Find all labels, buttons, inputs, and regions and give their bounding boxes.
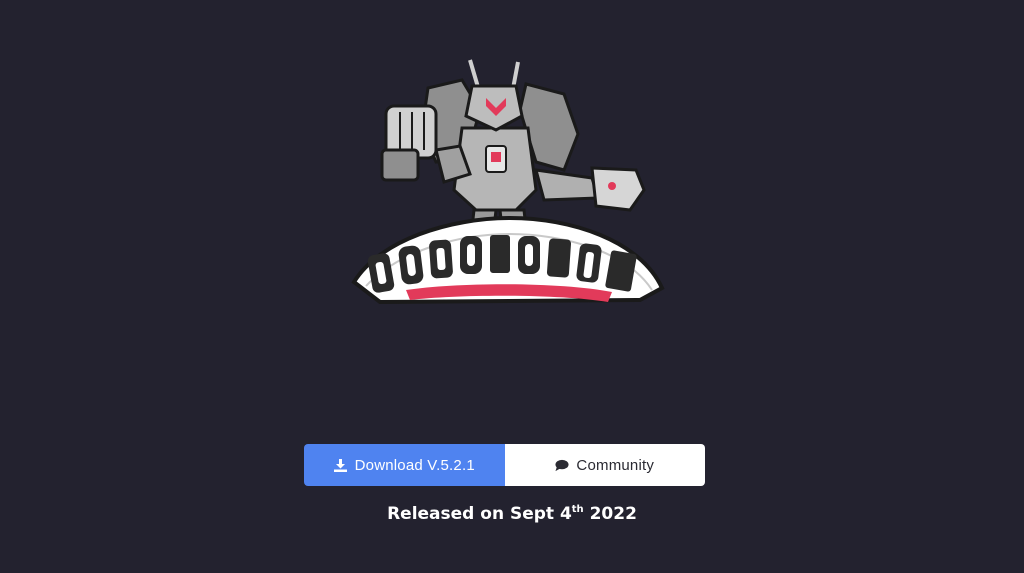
release-date-text: Released on Sept 4: [387, 504, 572, 524]
speech-bubble-icon: [555, 458, 569, 472]
release-year: 2022: [583, 504, 637, 524]
codoforum-logo: [340, 50, 680, 320]
community-button-label: Community: [576, 456, 655, 474]
download-button[interactable]: Download V.5.2.1: [304, 444, 505, 486]
action-button-group: Download V.5.2.1 Community: [304, 444, 705, 486]
landing-page: Download V.5.2.1 Community Released on S…: [0, 0, 1024, 573]
download-button-label: Download V.5.2.1: [354, 456, 475, 474]
release-date-ordinal: th: [571, 504, 584, 515]
download-icon: [334, 458, 348, 472]
community-button[interactable]: Community: [504, 444, 705, 486]
release-date: Released on Sept 4th 2022: [0, 504, 1024, 524]
